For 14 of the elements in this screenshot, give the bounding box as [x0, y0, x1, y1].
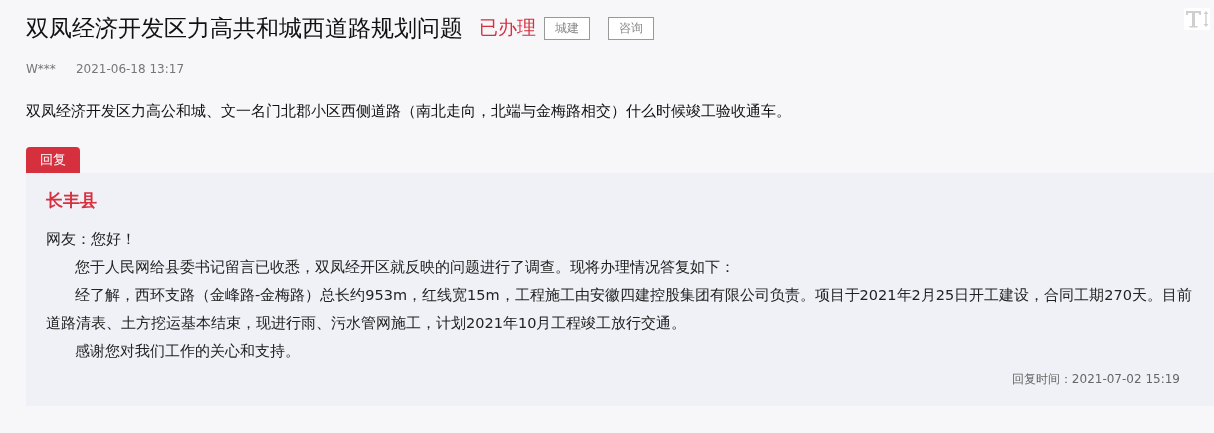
category-tag[interactable]: 城建: [544, 16, 590, 40]
author-name: W***: [26, 62, 56, 76]
reply-paragraph: 您于人民网给县委书记留言已收悉，双凤经开区就反映的问题进行了调查。现将办理情况答复如下：: [74, 258, 736, 277]
post-time: 2021-06-18 13:17: [75, 62, 184, 76]
reply-time: 回复时间：2021-07-02 15:19: [1010, 371, 1181, 388]
question-text: 双凤经济开发区力高公和城、文一名门北郡小区西侧道路（南北走向，北端与金梅路相交）什么时候竣工验收通车。: [26, 102, 792, 121]
reply-paragraph: 经了解，西环支路（金峰路-金梅路）总长约953m，红线宽15m，工程施工由安徽四建控股集团有限公司负责。项目于2021年2月25日开工建设，合同工期270天。目前道路清表、土方挖运基本结束，现进行雨、污水管网施工，计划2021年10月工程竣工放行交通。: [46, 286, 1193, 333]
greeting-text: 网友：您好！: [46, 230, 137, 249]
category-tag[interactable]: 咨询: [608, 16, 654, 40]
reply-paragraph: 感谢您对我们工作的关心和支持。: [74, 342, 301, 361]
font-size-icon[interactable]: [1184, 8, 1210, 30]
department-name: 长丰县: [46, 189, 98, 212]
status-label: 已办理: [479, 15, 536, 40]
page-title: 双凤经济开发区力高共和城西道路规划问题: [26, 13, 463, 43]
